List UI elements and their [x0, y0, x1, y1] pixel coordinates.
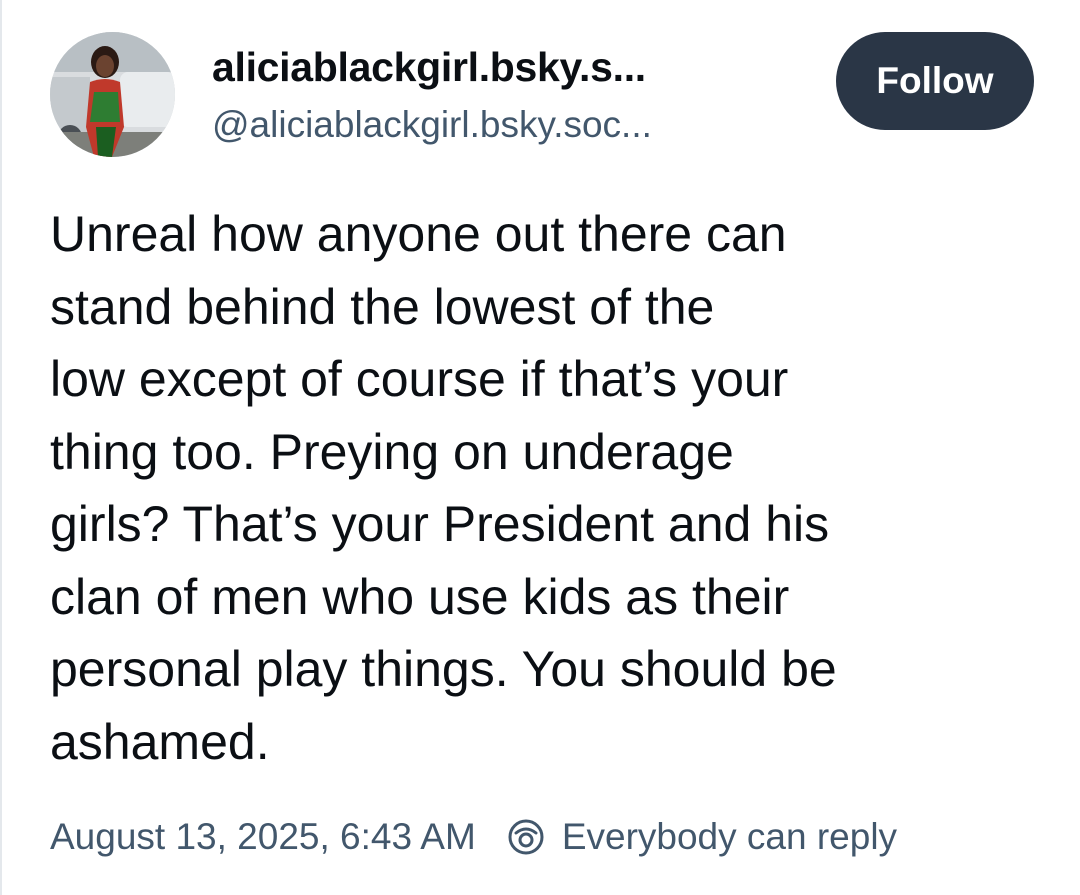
- author-display-name[interactable]: aliciablackgirl.bsky.s...: [212, 44, 646, 91]
- post-text-line: thing too. Preying on underage: [50, 423, 734, 480]
- post-text-line: clan of men who use kids as their: [50, 568, 790, 625]
- post-meta: August 13, 2025, 6:43 AM Everybody can r…: [50, 812, 897, 862]
- follow-button[interactable]: Follow: [836, 32, 1034, 130]
- author-avatar[interactable]: [50, 32, 175, 157]
- author-handle[interactable]: @aliciablackgirl.bsky.soc...: [212, 104, 652, 146]
- post-text-line: low except of course if that’s your: [50, 351, 789, 407]
- post-timestamp[interactable]: August 13, 2025, 6:43 AM: [50, 816, 476, 858]
- post-text-line: personal play things. You should be: [50, 641, 837, 697]
- avatar-photo: [50, 32, 175, 157]
- post-text-line: stand behind the lowest of the: [50, 278, 715, 335]
- post-text-line: girls? That’s your President and his: [50, 496, 830, 552]
- post-text: Unreal how anyone out there can stand be…: [50, 198, 1050, 778]
- reply-setting-label: Everybody can reply: [561, 816, 898, 857]
- post-text-line: ashamed.: [50, 713, 270, 770]
- post-text-line: Unreal how anyone out there can: [50, 206, 787, 262]
- reply-restriction-icon: [506, 817, 546, 857]
- post-card: aliciablackgirl.bsky.s... @aliciablackgi…: [0, 0, 1080, 895]
